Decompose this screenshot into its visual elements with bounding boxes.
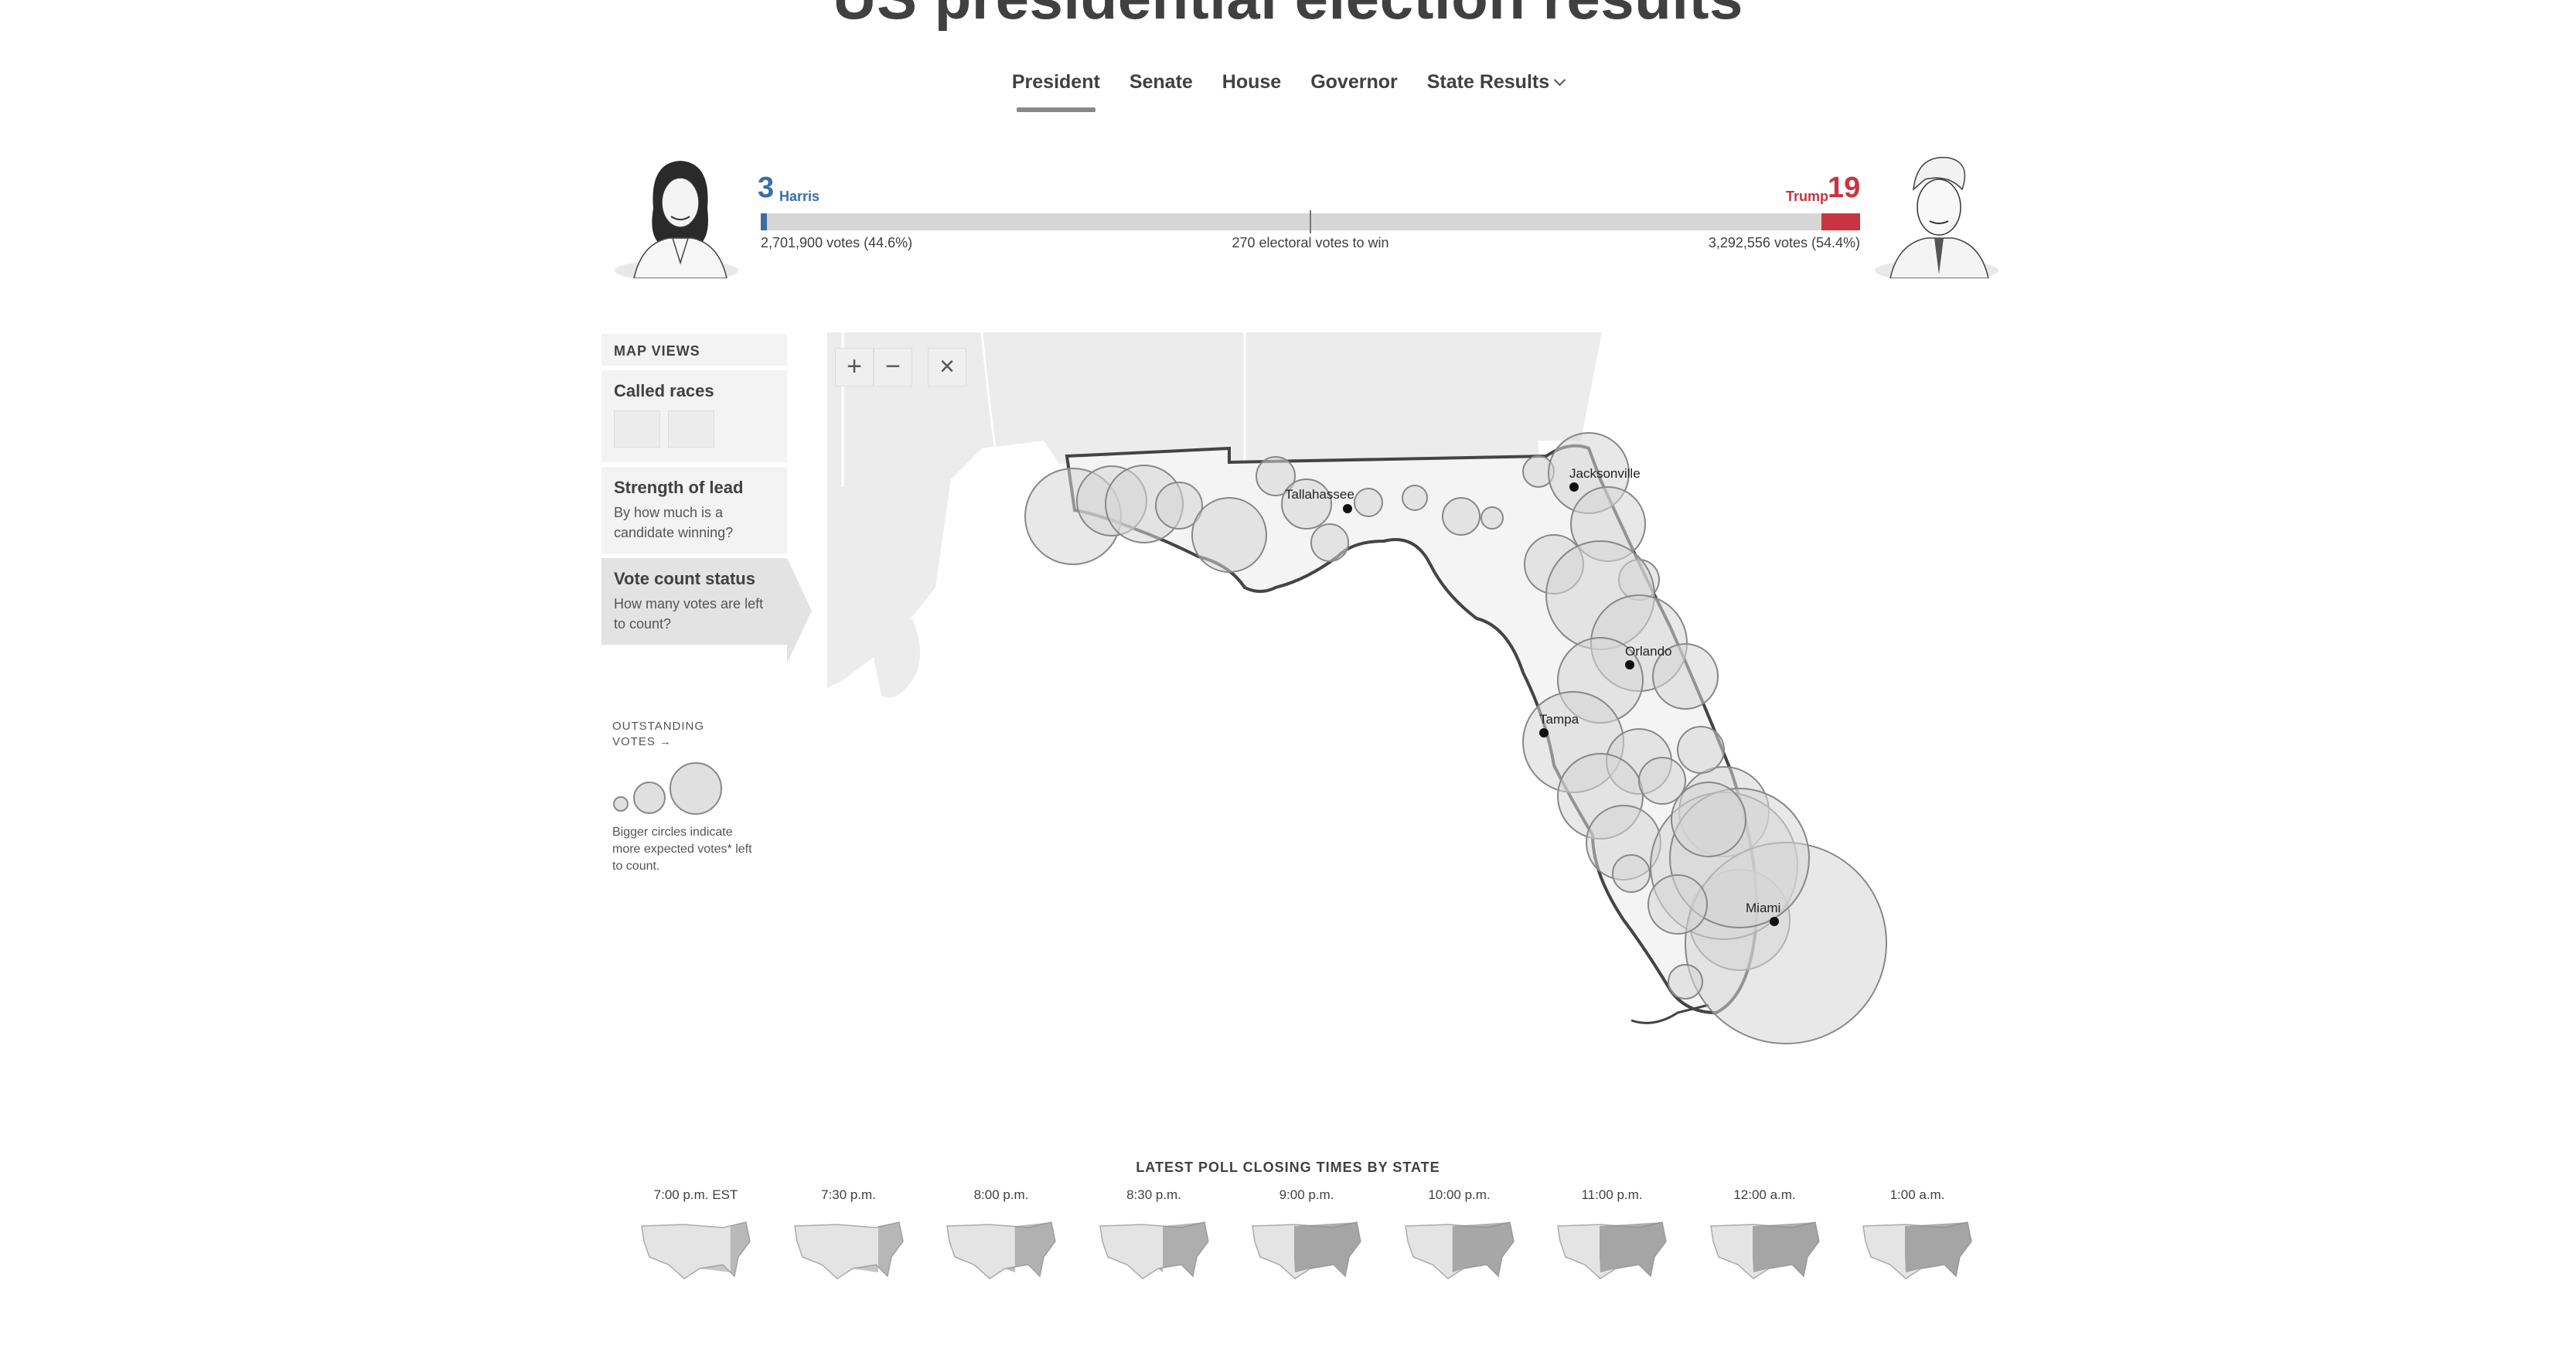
view-vote-count-status[interactable]: Vote count status How many votes are lef…: [601, 557, 812, 663]
poll-time-5: 10:00 p.m.: [1398, 1187, 1521, 1288]
poll-time-0: 7:00 p.m. EST: [634, 1187, 758, 1288]
legend-note: Bigger circles indicate more expected vo…: [612, 826, 752, 873]
map-views-header: MAP VIEWS: [601, 334, 787, 366]
legend-caption: OUTSTANDING VOTES →: [612, 720, 705, 748]
threshold-label: 270 electoral votes to win: [1232, 235, 1389, 250]
poll-time-label: 1:00 a.m.: [1889, 1187, 1945, 1202]
poll-time-6: 11:00 p.m.: [1550, 1187, 1674, 1288]
tab-president[interactable]: President: [1010, 68, 1102, 112]
poll-closing-title: LATEST POLL CLOSING TIMES BY STATE: [1136, 1160, 1440, 1175]
tab-label: President: [1011, 71, 1100, 93]
florida-map[interactable]: Tallahassee Jacksonville Orlando Tampa M…: [827, 332, 1894, 1075]
zoom-in-button[interactable]: +: [835, 348, 874, 387]
poll-time-label: 11:00 p.m.: [1581, 1187, 1643, 1202]
poll-time-label: 8:00 p.m.: [973, 1187, 1029, 1202]
option-title: Called races: [614, 381, 714, 400]
city-label: Miami: [1746, 901, 1780, 915]
harris-portrait: [615, 161, 738, 278]
harris-electoral-votes: 3: [758, 172, 775, 204]
view-called-races[interactable]: Called races: [601, 369, 787, 462]
us-map-icon: [793, 1221, 904, 1279]
us-map-icon: [1709, 1221, 1820, 1279]
city-label: Tampa: [1539, 712, 1579, 727]
poll-time-label: 8:30 p.m.: [1126, 1187, 1181, 1202]
trump-popular-vote: 3,292,556 votes (54.4%): [1708, 235, 1860, 250]
threshold-marker: [1310, 210, 1311, 233]
electoral-vote-bar: [761, 210, 1860, 233]
poll-time-4: 9:00 p.m.: [1245, 1187, 1368, 1288]
harris-bar-fill: [761, 213, 767, 230]
tab-senate[interactable]: Senate: [1128, 68, 1194, 104]
poll-time-label: 10:00 p.m.: [1428, 1187, 1491, 1202]
tab-label: House: [1222, 71, 1282, 93]
tab-house[interactable]: House: [1221, 68, 1283, 104]
us-map-icon: [641, 1221, 751, 1279]
poll-time-label: 7:00 p.m. EST: [653, 1187, 738, 1202]
option-desc: How many votes are left to count?: [614, 596, 764, 632]
trump-portrait: [1875, 156, 1998, 278]
us-map-icon: [1404, 1221, 1515, 1279]
cartogram-icon[interactable]: [668, 410, 714, 448]
tab-label: State Results: [1426, 71, 1550, 93]
map-zoom-controls: + − ×: [835, 348, 966, 387]
page-title: US presidential election results: [0, 0, 2576, 33]
option-title: Strength of lead: [614, 478, 744, 497]
view-strength-of-lead[interactable]: Strength of lead By how much is a candid…: [601, 465, 787, 553]
poll-closing-row: 7:00 p.m. EST 7:30 p.m. 8:00 p.m. 8:30 p.m.…: [634, 1187, 1979, 1288]
us-map-icon: [1862, 1221, 1972, 1279]
trump-bar-fill: [1821, 213, 1860, 230]
poll-time-1: 7:30 p.m.: [787, 1187, 911, 1288]
poll-time-7: 12:00 a.m.: [1703, 1187, 1827, 1288]
circle-size-legend: [613, 762, 722, 815]
poll-time-label: 9:00 p.m.: [1279, 1187, 1334, 1202]
tab-label: Senate: [1129, 71, 1193, 93]
poll-time-label: 7:30 p.m.: [821, 1187, 876, 1202]
outstanding-votes-legend: OUTSTANDING VOTES → Bigger circles indic…: [612, 719, 767, 875]
poll-time-2: 8:00 p.m.: [939, 1187, 1063, 1288]
zoom-out-button[interactable]: −: [874, 348, 912, 387]
tab-label: Governor: [1310, 71, 1398, 93]
option-title: Vote count status: [614, 569, 755, 588]
poll-time-label: 12:00 a.m.: [1733, 1187, 1796, 1202]
city-label: Tallahassee: [1285, 487, 1354, 502]
tab-state-results[interactable]: State Results: [1426, 68, 1566, 104]
race-tabs: President Senate House Governor State Re…: [0, 68, 2576, 112]
us-map-icon: [1252, 1221, 1361, 1279]
poll-time-8: 1:00 a.m.: [1855, 1187, 1979, 1288]
option-desc: By how much is a candidate winning?: [614, 505, 734, 540]
us-map-icon: [946, 1221, 1056, 1279]
us-map-icon: [1557, 1221, 1667, 1279]
us-map-icon[interactable]: [614, 410, 660, 448]
trump-electoral-votes: 19: [1828, 172, 1861, 204]
harris-name: Harris: [779, 189, 820, 204]
reset-map-button[interactable]: ×: [928, 348, 966, 387]
trump-name: Trump: [1786, 189, 1829, 204]
tab-governor[interactable]: Governor: [1309, 68, 1399, 104]
poll-time-3: 8:30 p.m.: [1092, 1187, 1216, 1288]
city-label: Orlando: [1625, 644, 1671, 659]
map-views-panel: MAP VIEWS Called races Strength of lead …: [601, 334, 812, 663]
city-label: Jacksonville: [1569, 466, 1641, 481]
chevron-down-icon: [1553, 73, 1566, 87]
us-map-icon: [1099, 1221, 1209, 1279]
